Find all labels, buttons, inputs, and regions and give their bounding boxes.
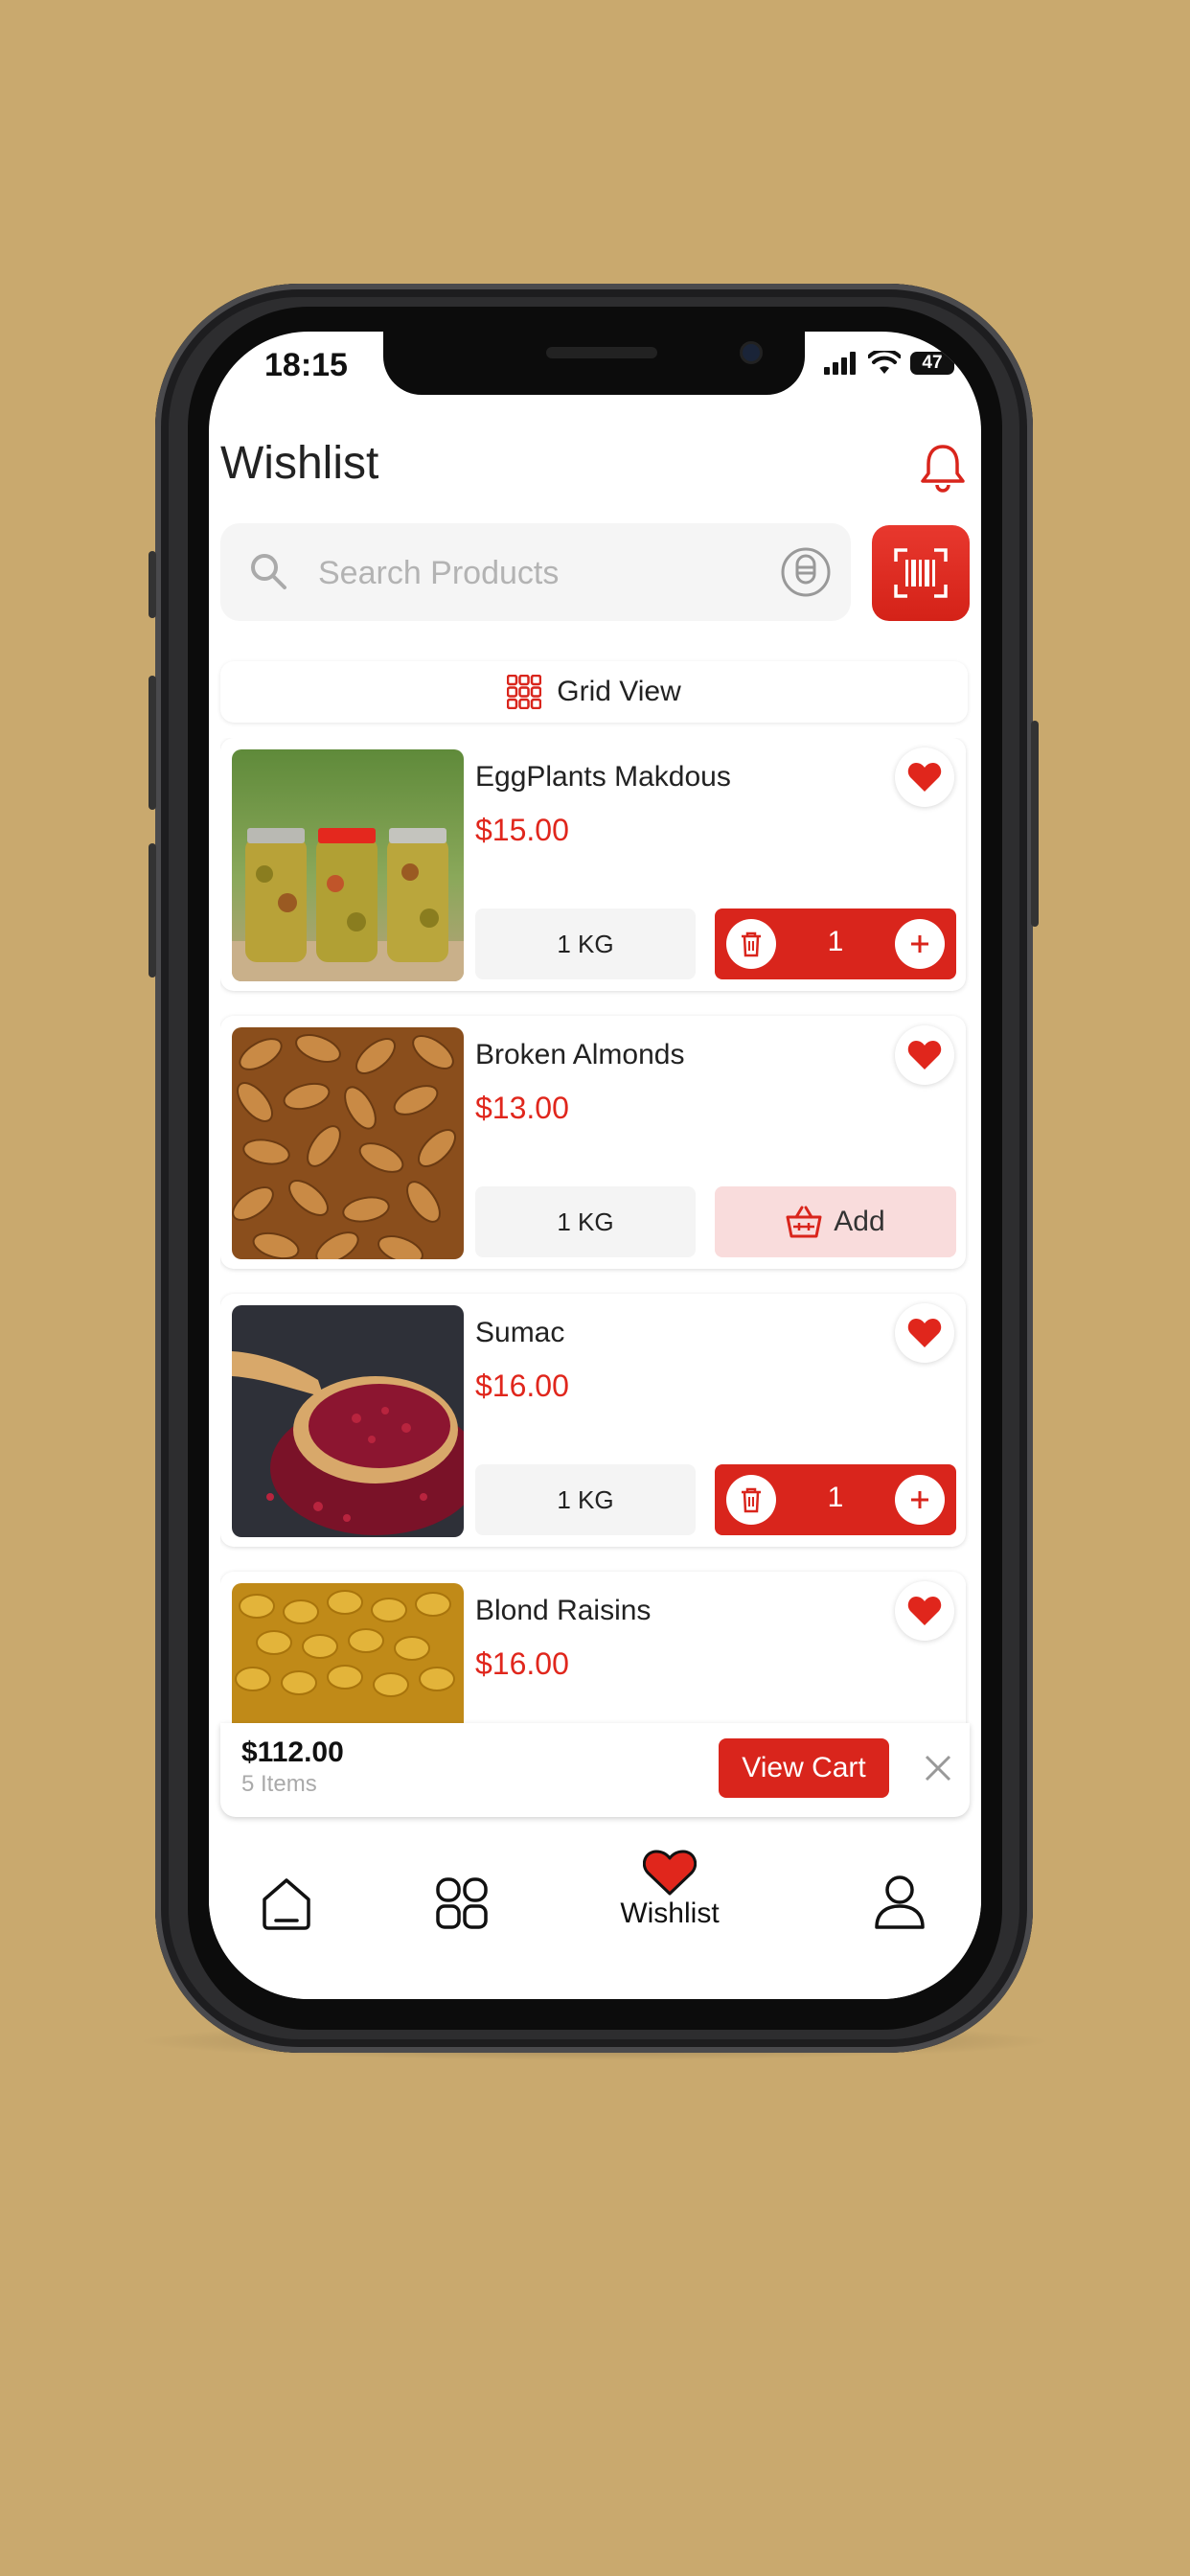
basket-icon xyxy=(786,1206,822,1238)
plus-icon xyxy=(911,1491,928,1508)
heart-icon xyxy=(643,1850,697,1896)
grid-view-toggle[interactable]: Grid View xyxy=(220,661,968,723)
tab-categories[interactable] xyxy=(435,1876,489,1930)
close-icon[interactable] xyxy=(922,1752,954,1784)
unit-selector[interactable]: 1 KG xyxy=(475,1464,696,1535)
barcode-scan-icon xyxy=(894,548,948,598)
product-price: $16.00 xyxy=(475,1368,569,1403)
cart-summary-bar: $112.00 5 Items View Cart xyxy=(220,1723,970,1817)
wishlist-toggle-button[interactable] xyxy=(895,1581,954,1641)
wishlist-list[interactable]: EggPlants Makdous $15.00 1 KG 1 Broken A… xyxy=(220,738,970,1763)
view-cart-button[interactable]: View Cart xyxy=(719,1738,889,1798)
product-name[interactable]: Sumac xyxy=(475,1317,564,1349)
unit-selector[interactable]: 1 KG xyxy=(475,1186,696,1257)
notch xyxy=(383,332,805,395)
bottom-tab-bar: Wishlist xyxy=(209,1836,981,1999)
add-label: Add xyxy=(834,1206,885,1237)
product-price: $16.00 xyxy=(475,1646,569,1681)
plus-icon xyxy=(911,935,928,953)
wifi-icon xyxy=(868,351,901,374)
categories-icon xyxy=(436,1877,488,1929)
product-card[interactable]: Sumac $16.00 1 KG 1 xyxy=(220,1294,966,1547)
user-icon xyxy=(875,1875,925,1929)
barcode-scan-button[interactable] xyxy=(872,525,970,621)
product-name[interactable]: Broken Almonds xyxy=(475,1039,684,1071)
product-price: $13.00 xyxy=(475,1091,569,1125)
heart-icon xyxy=(907,1597,942,1625)
wishlist-toggle-button[interactable] xyxy=(895,1025,954,1085)
wishlist-toggle-button[interactable] xyxy=(895,748,954,807)
page-title: Wishlist xyxy=(220,438,379,489)
volume-up-button xyxy=(149,676,156,810)
front-camera xyxy=(740,341,763,364)
power-button xyxy=(1031,721,1039,927)
battery-indicator: 47 xyxy=(910,352,954,375)
tab-profile[interactable] xyxy=(874,1874,926,1930)
app-screen: 18:15 47 Wishlist Search Products Grid V… xyxy=(209,332,981,1999)
mute-switch xyxy=(149,551,156,618)
product-name[interactable]: EggPlants Makdous xyxy=(475,761,731,794)
heart-icon xyxy=(907,763,942,792)
quantity-stepper[interactable]: 1 xyxy=(715,908,956,979)
wishlist-toggle-button[interactable] xyxy=(895,1303,954,1363)
product-price: $15.00 xyxy=(475,813,569,847)
tab-home[interactable] xyxy=(261,1876,312,1930)
speaker xyxy=(546,347,657,358)
product-card[interactable]: Broken Almonds $13.00 1 KG Add xyxy=(220,1016,966,1269)
search-input[interactable] xyxy=(316,550,742,596)
tab-wishlist[interactable]: Wishlist xyxy=(617,1850,722,1930)
unit-selector[interactable]: 1 KG xyxy=(475,908,696,979)
status-icons: 47 xyxy=(824,351,954,376)
signal-icon xyxy=(824,352,856,375)
increase-button[interactable] xyxy=(895,1475,945,1525)
product-image-jars[interactable] xyxy=(232,749,464,981)
grid-icon xyxy=(507,675,542,709)
product-image-sumac[interactable] xyxy=(232,1305,464,1537)
cart-item-count: 5 Items xyxy=(241,1771,317,1797)
grid-view-label: Grid View xyxy=(557,676,681,707)
home-icon xyxy=(263,1878,310,1930)
tab-wishlist-label: Wishlist xyxy=(620,1898,720,1929)
cart-total: $112.00 xyxy=(241,1736,344,1768)
search-bar[interactable] xyxy=(220,523,851,621)
product-card[interactable]: EggPlants Makdous $15.00 1 KG 1 xyxy=(220,738,966,991)
microphone-icon[interactable] xyxy=(780,546,832,598)
quantity-stepper[interactable]: 1 xyxy=(715,1464,956,1535)
status-time: 18:15 xyxy=(264,347,348,383)
product-name[interactable]: Blond Raisins xyxy=(475,1595,651,1627)
heart-icon xyxy=(907,1041,942,1070)
bell-icon[interactable] xyxy=(914,439,972,496)
increase-button[interactable] xyxy=(895,919,945,969)
heart-icon xyxy=(907,1319,942,1347)
search-icon xyxy=(251,554,286,589)
volume-down-button xyxy=(149,843,156,978)
product-image-almonds[interactable] xyxy=(232,1027,464,1259)
add-to-cart-button[interactable]: Add xyxy=(715,1186,956,1257)
